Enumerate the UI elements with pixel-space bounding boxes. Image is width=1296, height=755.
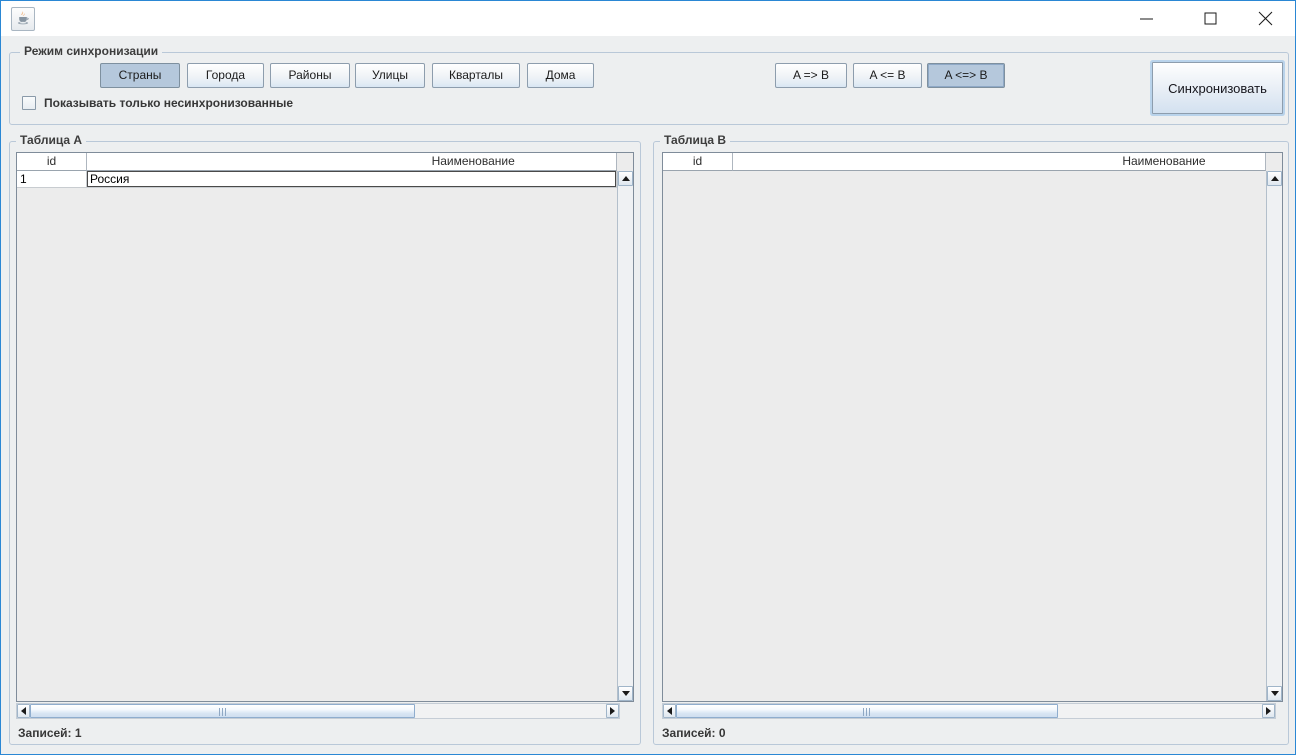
scroll-left-icon (667, 707, 672, 715)
scroll-right-button[interactable] (1262, 704, 1275, 718)
minimize-button[interactable] (1123, 1, 1169, 36)
column-header-id[interactable]: id (663, 153, 733, 171)
scroll-down-icon (622, 691, 630, 696)
table-b-record-count: Записей: 0 (662, 726, 726, 740)
titlebar[interactable] (1, 1, 1295, 36)
sync-mode-group-title: Режим синхронизации (20, 44, 162, 58)
table-a-record-count: Записей: 1 (18, 726, 82, 740)
thumb-grip-icon (219, 708, 227, 716)
direction-b-to-a[interactable]: A <= B (853, 63, 922, 88)
toggle-streets[interactable]: Улицы (355, 63, 425, 88)
column-header-name[interactable]: Наименование (87, 153, 617, 171)
table-a-horizontal-scrollbar[interactable] (16, 703, 620, 719)
column-header-name[interactable]: Наименование (733, 153, 1266, 171)
column-header-id[interactable]: id (17, 153, 87, 171)
table-a-group: Таблица A id Наименование 1 Россия Запис (9, 141, 641, 745)
toggle-blocks[interactable]: Кварталы (432, 63, 520, 88)
table-b-horizontal-scrollbar[interactable] (662, 703, 1276, 719)
table-a-title: Таблица A (16, 133, 86, 147)
scroll-down-icon (1271, 691, 1279, 696)
close-button[interactable] (1242, 1, 1288, 36)
scroll-down-button[interactable] (618, 686, 633, 701)
scroll-up-button[interactable] (1267, 171, 1282, 186)
scroll-left-icon (21, 707, 26, 715)
table-b-vertical-scrollbar[interactable] (1266, 171, 1282, 701)
table-b-title: Таблица B (660, 133, 730, 147)
h-scroll-thumb[interactable] (676, 704, 1058, 718)
toggle-cities[interactable]: Города (187, 63, 264, 88)
toggle-districts[interactable]: Районы (270, 63, 350, 88)
toggle-countries[interactable]: Страны (100, 63, 180, 88)
scroll-left-button[interactable] (17, 704, 30, 718)
app-menu-button[interactable] (11, 7, 35, 31)
minimize-icon (1139, 11, 1154, 26)
maximize-icon (1203, 11, 1218, 26)
direction-both[interactable]: A <=> B (927, 63, 1005, 88)
sync-mode-group: Режим синхронизации Страны Города Районы… (9, 52, 1289, 125)
table-b: id Наименование (662, 152, 1283, 702)
table-a-header: id Наименование (17, 153, 617, 171)
toggle-houses[interactable]: Дома (527, 63, 594, 88)
table-a-vertical-scrollbar[interactable] (617, 171, 633, 701)
filter-unsynced-checkbox[interactable] (22, 96, 36, 110)
filter-unsynced-label: Показывать только несинхронизованные (44, 96, 293, 110)
close-icon (1258, 11, 1273, 26)
cell-id[interactable]: 1 (17, 171, 87, 188)
table-b-group: Таблица B id Наименование Записей: 0 (653, 141, 1289, 745)
table-a: id Наименование 1 Россия (16, 152, 634, 702)
cell-name[interactable]: Россия (87, 171, 617, 188)
filter-unsynced-row: Показывать только несинхронизованные (22, 95, 293, 111)
synchronize-button[interactable]: Синхронизовать (1152, 62, 1283, 114)
scroll-right-button[interactable] (606, 704, 619, 718)
scroll-left-button[interactable] (663, 704, 676, 718)
thumb-grip-icon (863, 708, 871, 716)
maximize-button[interactable] (1187, 1, 1233, 36)
direction-a-to-b[interactable]: A => B (775, 63, 847, 88)
scroll-right-icon (1266, 707, 1271, 715)
application-window: Режим синхронизации Страны Города Районы… (0, 0, 1296, 755)
scroll-up-icon (1271, 176, 1279, 181)
table-row[interactable]: 1 Россия (17, 171, 617, 188)
h-scroll-thumb[interactable] (30, 704, 415, 718)
table-b-header: id Наименование (663, 153, 1266, 171)
scroll-down-button[interactable] (1267, 686, 1282, 701)
scroll-up-button[interactable] (618, 171, 633, 186)
scroll-up-icon (622, 176, 630, 181)
scroll-right-icon (610, 707, 615, 715)
java-icon (15, 10, 31, 29)
